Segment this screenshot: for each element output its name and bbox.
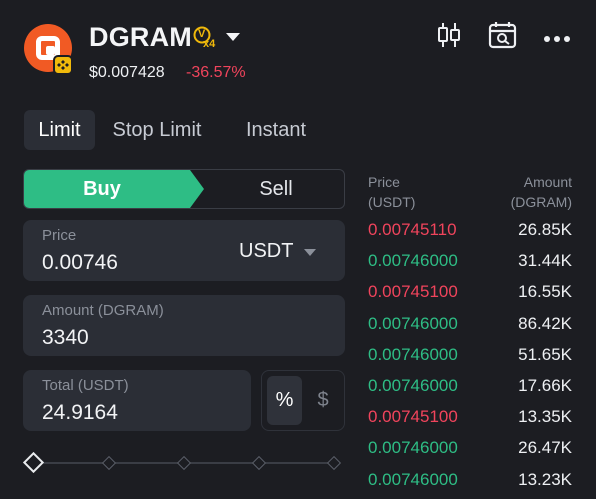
more-icon[interactable] bbox=[543, 30, 571, 48]
order-book-price[interactable]: 0.00746000 bbox=[368, 438, 458, 458]
order-book-price[interactable]: 0.00745100 bbox=[368, 407, 458, 427]
verified-badge-icon: V x4 bbox=[193, 26, 219, 57]
order-book-price[interactable]: 0.00746000 bbox=[368, 251, 458, 271]
order-book-amount[interactable]: 17.66K bbox=[518, 376, 572, 396]
price-input[interactable]: 0.00746 bbox=[42, 251, 118, 275]
tab-stop-limit[interactable]: Stop Limit bbox=[102, 110, 212, 150]
order-book-amount[interactable]: 16.55K bbox=[518, 282, 572, 302]
candlestick-chart-icon[interactable] bbox=[437, 20, 461, 55]
dollar-toggle[interactable]: $ bbox=[308, 376, 338, 425]
total-label: Total (USDT) bbox=[42, 377, 129, 394]
order-book-amount[interactable]: 13.23K bbox=[518, 470, 572, 490]
amount-header-line2: (DGRAM) bbox=[510, 194, 572, 210]
unit-caret-icon[interactable] bbox=[304, 249, 316, 256]
price-header-line2: (USDT) bbox=[368, 194, 416, 210]
price-unit-select[interactable]: USDT bbox=[239, 240, 293, 263]
total-field[interactable]: Total (USDT) 24.9164 bbox=[23, 370, 251, 431]
order-book-price[interactable]: 0.00745110 bbox=[368, 220, 457, 240]
total-input[interactable]: 24.9164 bbox=[42, 401, 118, 425]
percent-toggle[interactable]: % bbox=[267, 376, 302, 425]
order-book-price[interactable]: 0.00745100 bbox=[368, 282, 458, 302]
bnb-chain-icon bbox=[53, 55, 73, 75]
price-header-line1: Price bbox=[368, 174, 400, 190]
total-unit-toggle: % $ bbox=[261, 370, 345, 431]
buy-button[interactable]: Buy bbox=[24, 170, 190, 208]
order-book-price[interactable]: 0.00746000 bbox=[368, 345, 458, 365]
slider-step-100[interactable] bbox=[326, 455, 342, 471]
price-change: -36.57% bbox=[186, 64, 246, 81]
order-book-amount[interactable]: 13.35K bbox=[518, 407, 572, 427]
token-name[interactable]: DGRAM bbox=[89, 22, 192, 53]
order-book-price[interactable]: 0.00746000 bbox=[368, 314, 458, 334]
slider-step-25[interactable] bbox=[101, 455, 117, 471]
order-book-price-header: Price (USDT) bbox=[368, 172, 415, 212]
order-book-amount[interactable]: 26.47K bbox=[518, 438, 572, 458]
token-select-caret-icon[interactable] bbox=[226, 33, 240, 41]
multiplier-badge: x4 bbox=[203, 38, 216, 50]
buy-arrow bbox=[190, 170, 204, 208]
sell-button[interactable]: Sell bbox=[206, 170, 344, 208]
trade-panel: DGRAM V x4 $0.007428 -36.57% Limit Stop … bbox=[0, 0, 596, 499]
amount-field[interactable]: Amount (DGRAM) 3340 bbox=[23, 295, 345, 356]
buy-sell-toggle: Buy Sell bbox=[23, 169, 345, 209]
order-book-amount[interactable]: 51.65K bbox=[518, 345, 572, 365]
token-price: $0.007428 bbox=[89, 64, 165, 81]
order-book-amount[interactable]: 26.85K bbox=[518, 220, 572, 240]
calendar-search-icon[interactable] bbox=[488, 20, 518, 55]
tab-limit[interactable]: Limit bbox=[24, 110, 95, 150]
slider-handle[interactable] bbox=[22, 451, 45, 474]
slider-step-75[interactable] bbox=[251, 455, 267, 471]
order-book-price[interactable]: 0.00746000 bbox=[368, 470, 458, 490]
order-book-price[interactable]: 0.00746000 bbox=[368, 376, 458, 396]
price-field[interactable]: Price 0.00746 USDT bbox=[23, 220, 345, 281]
order-book-amount-header: Amount (DGRAM) bbox=[511, 172, 572, 212]
amount-label: Amount (DGRAM) bbox=[42, 302, 164, 319]
price-label: Price bbox=[42, 227, 77, 244]
amount-input[interactable]: 3340 bbox=[42, 326, 89, 350]
amount-header-line1: Amount bbox=[523, 174, 572, 190]
tab-instant[interactable]: Instant bbox=[235, 110, 317, 150]
order-book-amount[interactable]: 86.42K bbox=[518, 314, 572, 334]
order-book-amount[interactable]: 31.44K bbox=[518, 251, 572, 271]
slider-step-50[interactable] bbox=[176, 455, 192, 471]
